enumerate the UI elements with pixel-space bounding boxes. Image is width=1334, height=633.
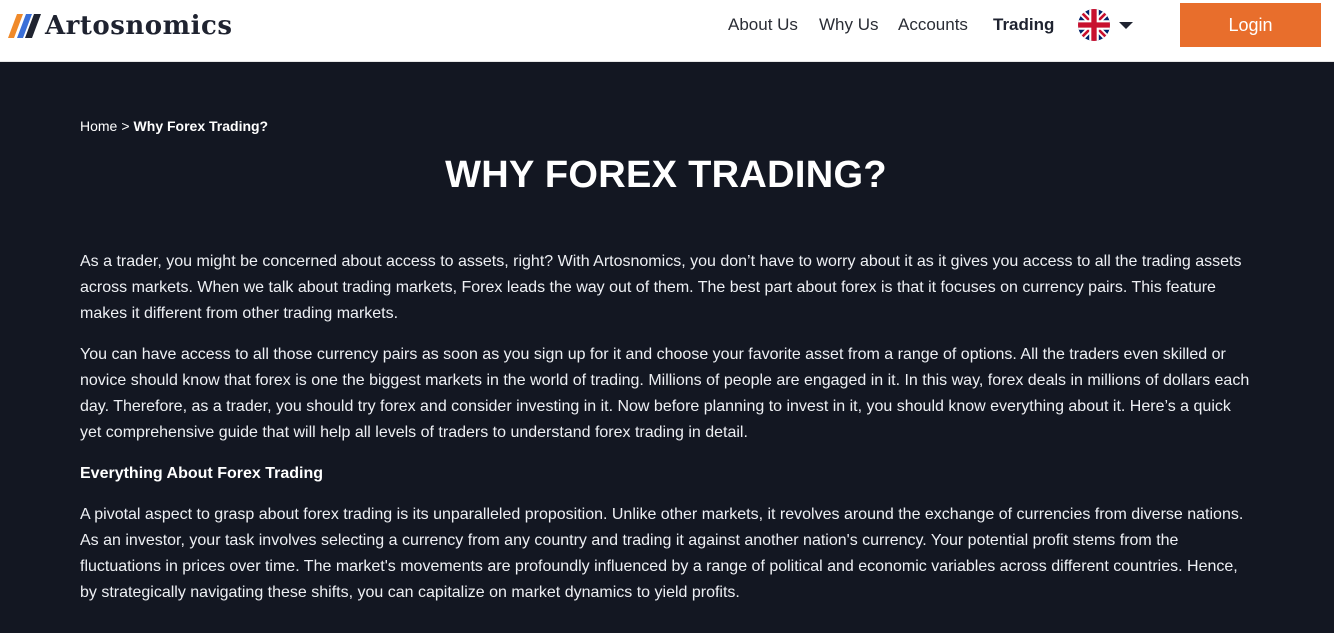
language-selector[interactable]	[1078, 9, 1133, 41]
breadcrumb-home[interactable]: Home	[80, 118, 117, 134]
breadcrumb-separator: >	[121, 118, 130, 134]
breadcrumb-current: Why Forex Trading?	[133, 118, 269, 134]
nav-about-us[interactable]: About Us	[728, 14, 798, 36]
section-heading: Everything About Forex Trading	[80, 465, 323, 482]
second-paragraph: You can have access to all those currenc…	[80, 346, 1250, 441]
brand-logo[interactable]: Artosnomics	[8, 11, 232, 41]
chevron-down-icon	[1119, 21, 1133, 29]
nav-why-us[interactable]: Why Us	[819, 14, 879, 36]
intro-paragraph: As a trader, you might be concerned abou…	[80, 253, 1242, 322]
uk-flag-icon	[1078, 9, 1110, 41]
login-button[interactable]: Login	[1180, 3, 1321, 47]
third-paragraph: A pivotal aspect to grasp about forex tr…	[80, 506, 1244, 601]
top-navbar: Artosnomics About Us Why Us Accounts Tra…	[0, 0, 1334, 62]
logo-mark-icon	[8, 14, 41, 38]
brand-name: Artosnomics	[45, 11, 233, 41]
nav-trading[interactable]: Trading	[993, 14, 1054, 36]
breadcrumb: Home > Why Forex Trading?	[80, 118, 268, 134]
nav-accounts[interactable]: Accounts	[898, 14, 968, 36]
page-title: WHY FOREX TRADING?	[445, 154, 887, 196]
